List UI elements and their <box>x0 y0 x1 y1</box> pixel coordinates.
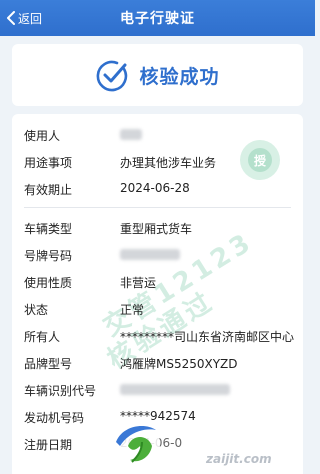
row-label: 号牌号码 <box>24 249 73 263</box>
verification-status-card: 核验成功 <box>12 44 303 106</box>
row-label: 发动机号码 <box>24 411 85 425</box>
row-label: 车辆识别代号 <box>24 384 97 398</box>
row-label: 车辆类型 <box>24 222 73 236</box>
row-value: 办理其他涉车业务 <box>120 156 217 170</box>
site-watermark: zaijit.com <box>206 452 272 466</box>
row-label: 使用人 <box>24 129 61 143</box>
row-label: 用途事项 <box>24 156 73 170</box>
row-value: 重型厢式货车 <box>120 222 193 236</box>
row-user: 使用人 <box>12 124 303 144</box>
status-text: 核验成功 <box>139 65 220 88</box>
check-circle-icon <box>97 60 128 92</box>
header-bar: 返回 电子行驶证 <box>0 0 315 36</box>
row-value: 正常 <box>120 303 145 317</box>
row-vin: 车辆识别代号 <box>12 379 303 399</box>
row-label: 所有人 <box>24 330 61 344</box>
row-label: 品牌型号 <box>24 357 73 371</box>
redacted-value <box>120 129 142 140</box>
row-plate: 号牌号码 <box>12 244 303 264</box>
row-label: 使用性质 <box>24 276 73 290</box>
row-brand-model: 品牌型号 鸿雁牌MS5250XYZD <box>12 352 303 372</box>
section-divider <box>24 207 291 208</box>
page-title: 电子行驶证 <box>120 11 195 27</box>
row-label: 状态 <box>24 303 49 317</box>
row-status: 状态 正常 <box>12 298 303 318</box>
row-owner: 所有人 *********司山东省济南邮区中心 <box>12 325 303 345</box>
row-value: 鸿雁牌MS5250XYZD <box>120 357 238 371</box>
row-usage: 使用性质 非营运 <box>12 271 303 291</box>
row-value: 非营运 <box>120 276 157 290</box>
redacted-value <box>120 249 180 260</box>
redacted-value <box>120 384 230 395</box>
row-expiry: 有效期止 2024-06-28 <box>12 178 303 198</box>
row-value: *********司山东省济南邮区中心 <box>120 330 295 344</box>
row-label: 注册日期 <box>24 438 73 452</box>
row-vehicle-type: 车辆类型 重型厢式货车 <box>12 217 303 237</box>
leaf-logo-icon <box>112 420 160 468</box>
row-label: 有效期止 <box>24 183 73 197</box>
row-value: 2024-06-28 <box>120 181 190 195</box>
row-purpose: 用途事项 办理其他涉车业务 <box>12 151 303 171</box>
